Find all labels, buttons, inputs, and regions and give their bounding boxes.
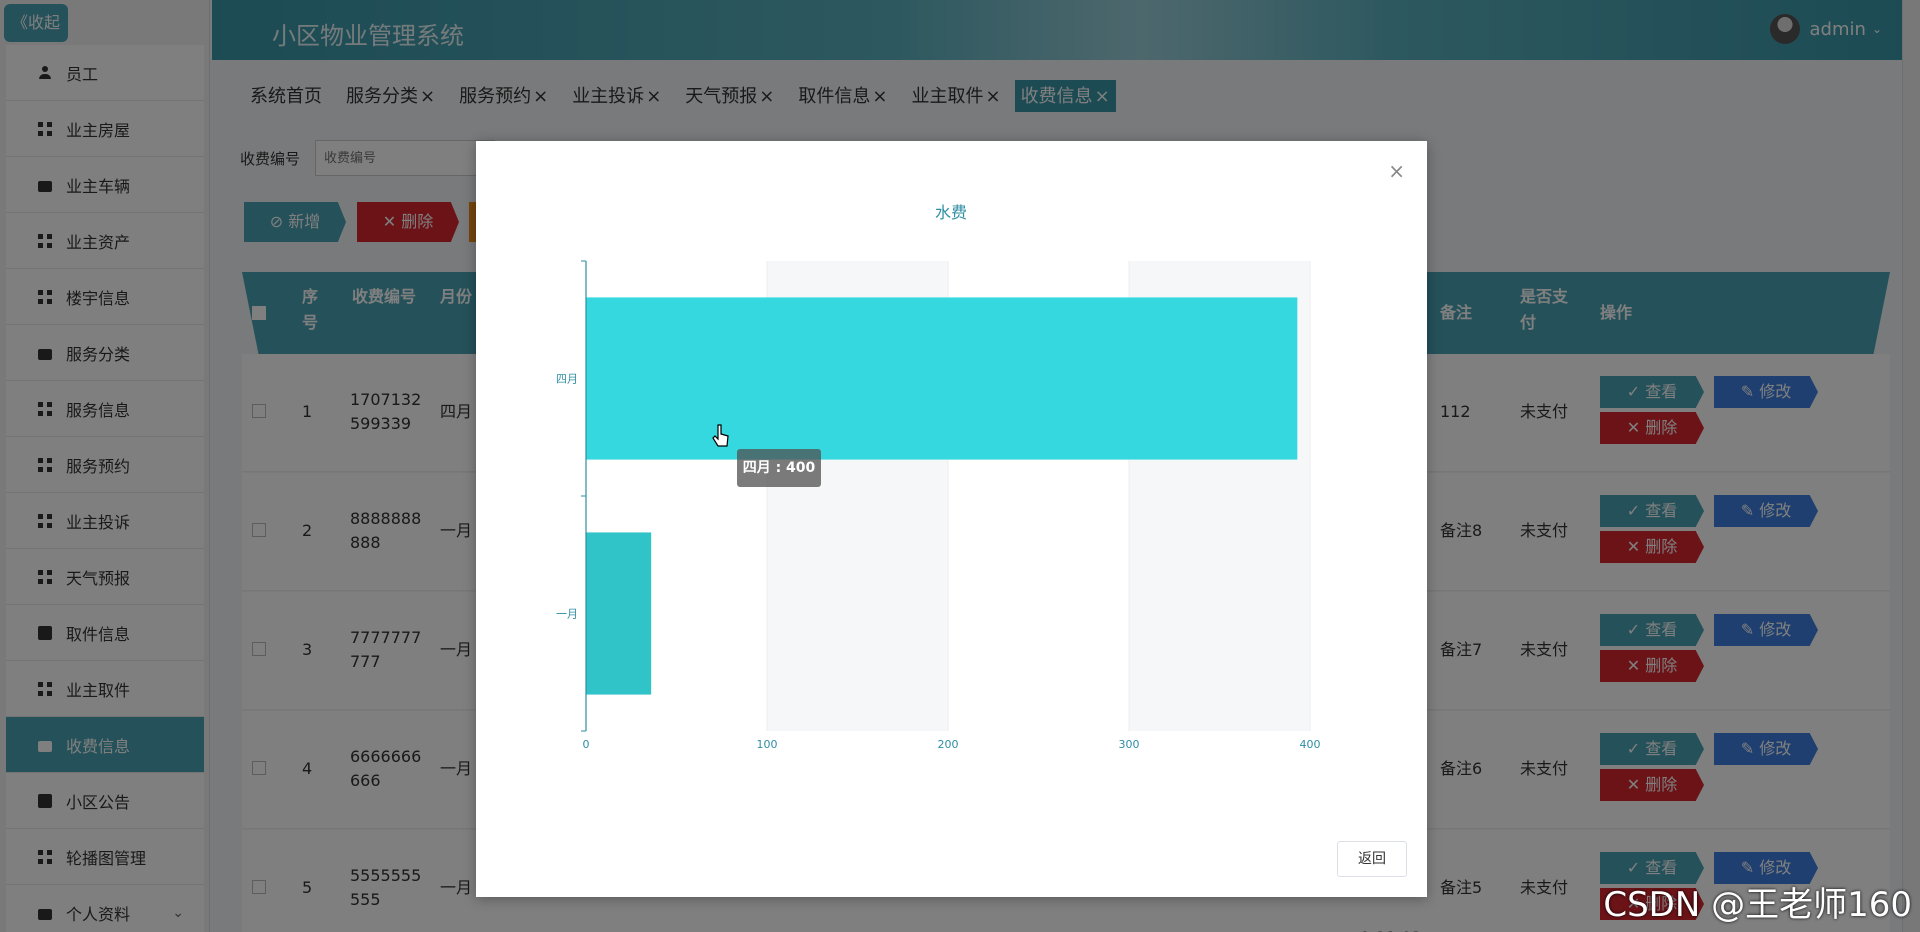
y-tick-label-0: 四月	[556, 373, 578, 386]
watermark: CSDN @王老师160	[1603, 885, 1912, 925]
bar-chart: 水费四月一月 0 100 200 300 400	[556, 203, 1321, 751]
x-tick-label-3: 300	[1119, 738, 1140, 751]
y-tick-label-1: 一月	[556, 608, 578, 621]
chart-title: 水费	[935, 203, 967, 222]
hand-cursor-icon	[712, 424, 729, 447]
x-tick-label-1: 100	[757, 738, 778, 751]
bar-1	[586, 532, 652, 695]
chart-tooltip: 四月 : 400	[737, 449, 821, 487]
x-tick-label-0: 0	[583, 738, 590, 751]
x-tick-label-4: 400	[1300, 738, 1321, 751]
chart-modal: × 水费 四月 一月 0 100 200 300 400 返回	[476, 141, 1427, 897]
back-button[interactable]: 返回	[1337, 841, 1407, 877]
bar-0	[586, 297, 1298, 460]
x-tick-label-2: 200	[938, 738, 959, 751]
